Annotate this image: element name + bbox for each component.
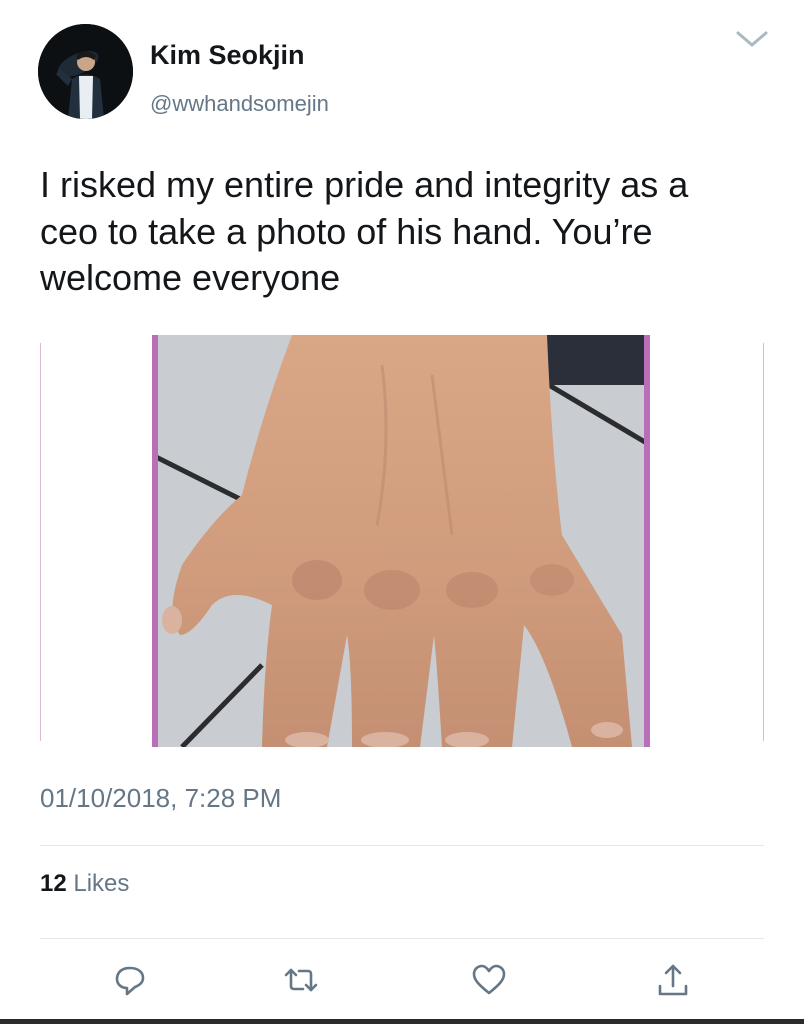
media-border	[763, 343, 764, 741]
likes-stat[interactable]: 12 Likes	[40, 870, 129, 898]
reply-icon[interactable]	[110, 960, 150, 1000]
media-border	[40, 343, 41, 741]
divider	[40, 938, 764, 939]
tweet-media[interactable]	[40, 335, 764, 747]
author-handle[interactable]: @wwhandsomejin	[150, 91, 329, 117]
tweet-text-line: welcome everyone	[40, 257, 341, 298]
tweet-text-line: ceo to take a photo of his hand. You’re	[40, 210, 653, 252]
heart-icon[interactable]	[469, 960, 509, 1000]
tweet-text: I risked my entire pride and integrity a…	[40, 162, 770, 302]
tweet-timestamp[interactable]: 01/10/2018, 7:28 PM	[40, 783, 281, 814]
author-name[interactable]: Kim Seokjin	[150, 40, 305, 71]
retweet-icon[interactable]	[281, 960, 321, 1000]
chevron-down-icon[interactable]	[734, 25, 770, 53]
divider	[40, 845, 764, 846]
share-icon[interactable]	[653, 960, 693, 1000]
likes-label: Likes	[73, 870, 130, 897]
tweet-text-line: I risked my entire pride and integrity a…	[40, 164, 689, 205]
hand-photo[interactable]	[152, 335, 650, 747]
avatar-image	[38, 24, 133, 119]
likes-count: 12	[40, 870, 67, 897]
bottom-edge	[0, 1019, 804, 1024]
avatar[interactable]	[38, 24, 133, 119]
